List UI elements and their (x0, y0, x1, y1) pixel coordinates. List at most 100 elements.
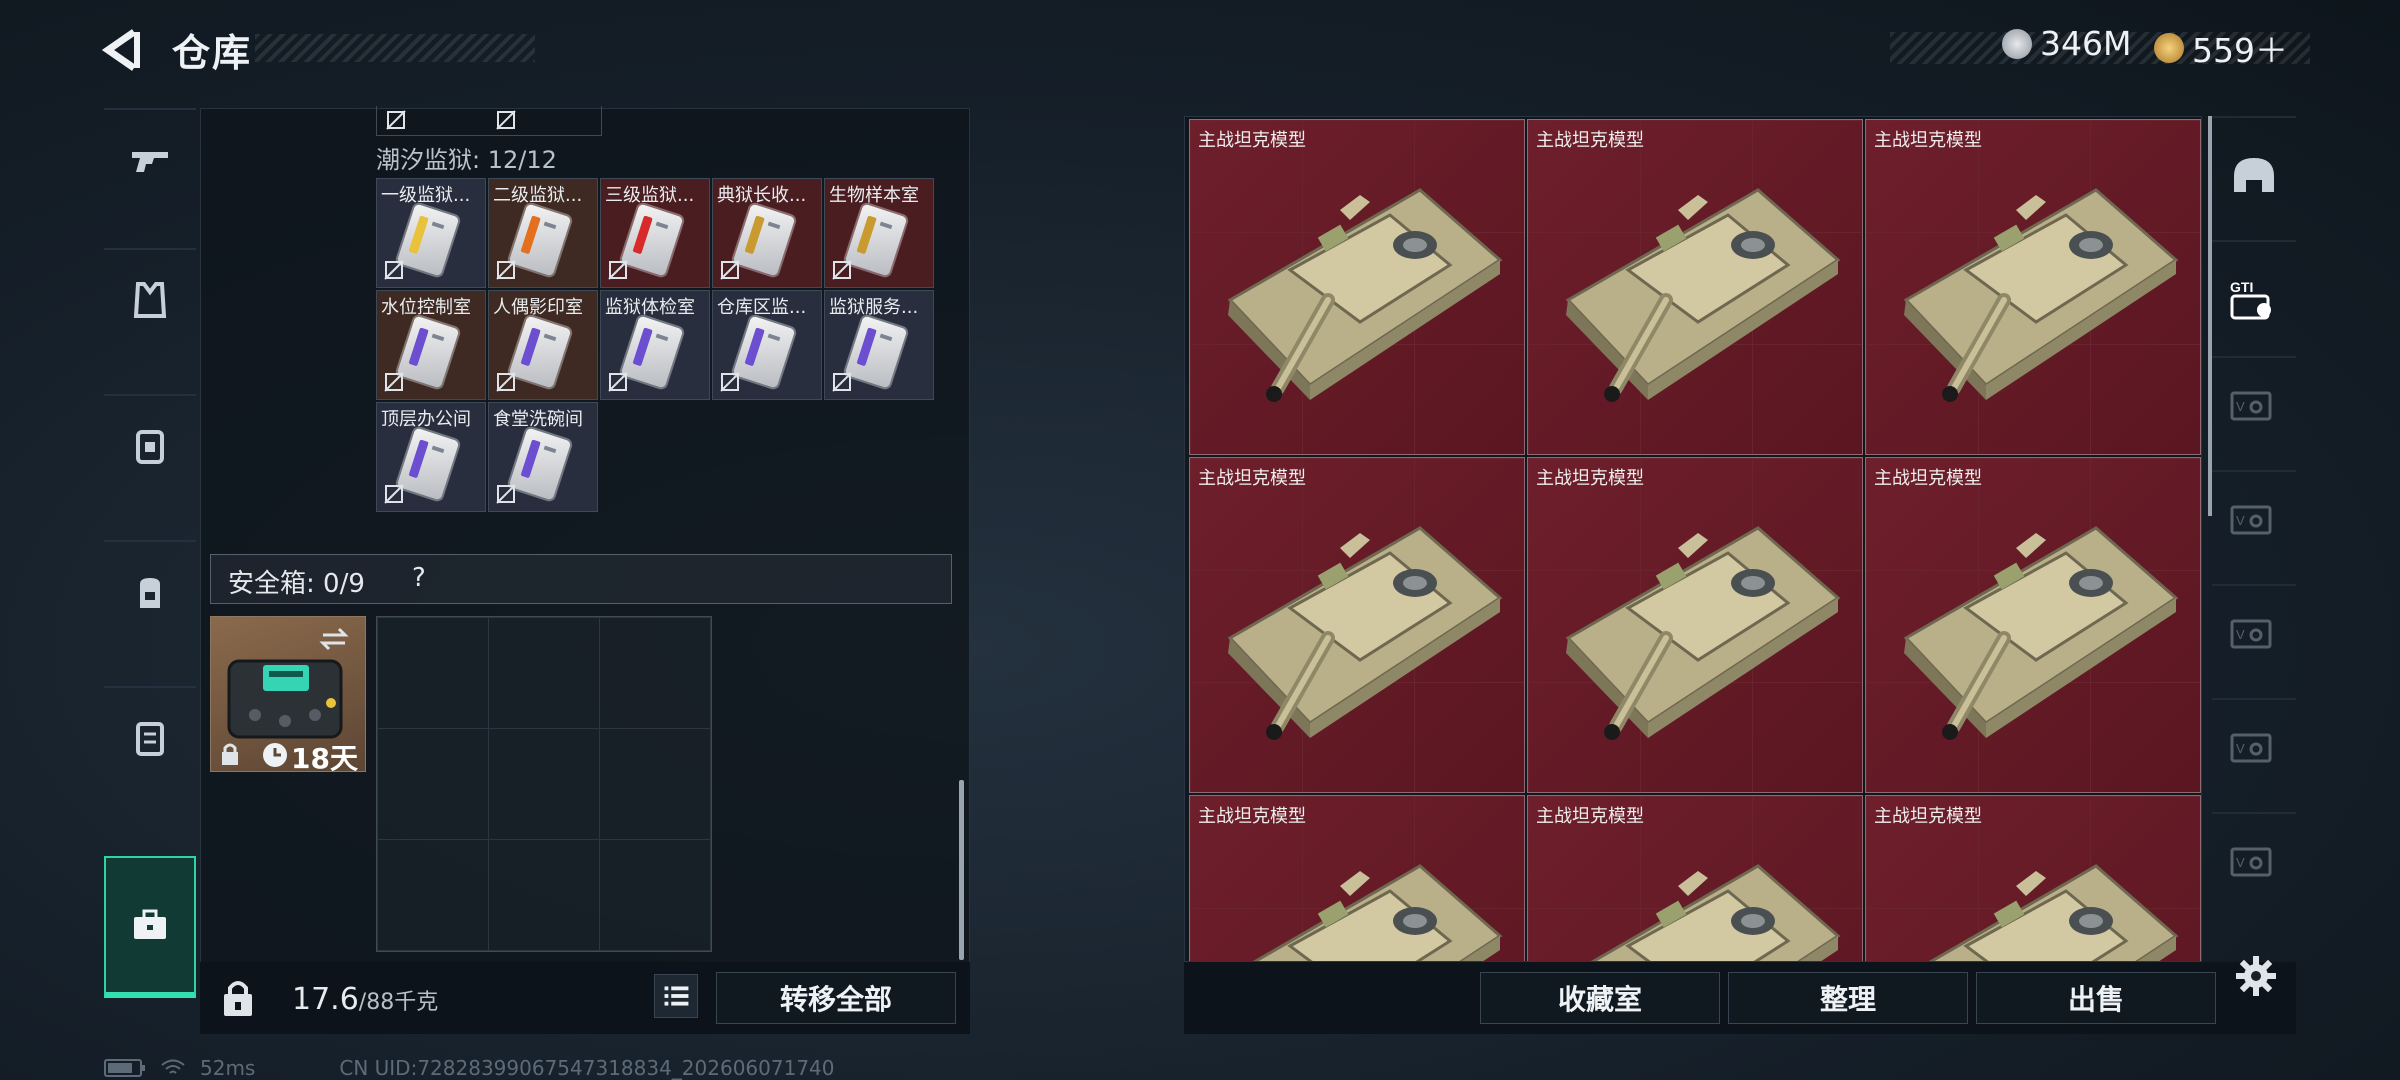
latency: 52ms (200, 1056, 256, 1080)
item-name: 主战坦克模型 (1874, 468, 1982, 489)
tank-model-icon (1565, 188, 1841, 402)
keycard-item[interactable]: 水位控制室 (376, 290, 486, 400)
svg-text:V: V (2236, 741, 2245, 756)
nav-rig[interactable] (104, 394, 196, 496)
keycard-label: 生物样本室 (829, 185, 919, 206)
storage-box-icon: V (2230, 619, 2272, 649)
tab-storage-3[interactable]: V (2212, 470, 2296, 570)
tab-all[interactable] (2212, 116, 2296, 238)
armor-vest-icon (133, 282, 167, 318)
no-trade-icon (384, 372, 404, 392)
safebox-duration: 18天 (291, 742, 358, 775)
item-name: 主战坦克模型 (1198, 806, 1306, 827)
tank-model-icon (1227, 188, 1503, 402)
keycard-item[interactable]: 生物样本室 (824, 178, 934, 288)
tank-model-item[interactable]: 主战坦克模型 (1189, 457, 1525, 793)
item-name: 主战坦克模型 (1874, 806, 1982, 827)
no-trade-icon (608, 372, 628, 392)
safebox-item[interactable]: 18天 (210, 616, 366, 775)
user-uid: CN UID:7282839906754731883​4_20260607174… (339, 1056, 835, 1080)
nav-backpack[interactable] (104, 540, 196, 642)
item-name: 主战坦克模型 (1536, 806, 1644, 827)
weight-current: 17.6 (292, 982, 359, 1017)
tank-model-item[interactable]: 主战坦克模型 (1189, 119, 1525, 455)
keycard-item[interactable]: 监狱体检室 (600, 290, 710, 400)
keycard-item[interactable]: 三级监狱... (600, 178, 710, 288)
wifi-icon (161, 1059, 185, 1074)
tank-model-item[interactable]: 主战坦克模型 (1865, 795, 2201, 961)
gun-icon (132, 152, 168, 172)
gold-coin-icon (2154, 33, 2184, 63)
list-view-button[interactable] (654, 974, 698, 1018)
keycard-icon (844, 203, 908, 277)
no-trade-icon (496, 260, 516, 280)
tab-storage-2[interactable]: V (2212, 356, 2296, 456)
tank-model-item[interactable]: 主战坦克模型 (1527, 795, 1863, 961)
safebox-storage-grid[interactable] (376, 616, 712, 952)
transfer-all-button[interactable]: 转移全部 (716, 972, 956, 1024)
svg-text:V: V (2236, 399, 2245, 414)
keycard-label: 仓库区监... (717, 297, 807, 318)
gold-currency[interactable]: 559＋ (2154, 24, 2288, 72)
collection-room-button[interactable]: 收藏室 (1480, 972, 1720, 1024)
keycard-item[interactable]: 人偶影印室 (488, 290, 598, 400)
settings-gear-icon[interactable] (2234, 954, 2278, 998)
tank-model-item[interactable]: 主战坦克模型 (1865, 119, 2201, 455)
keycard-icon (508, 427, 572, 501)
no-trade-icon (608, 260, 628, 280)
storage-box-icon: V (2230, 391, 2272, 421)
keycard-item[interactable]: 二级监狱... (488, 178, 598, 288)
keycard-item[interactable]: 食堂洗碗间 (488, 402, 598, 512)
sort-button[interactable]: 整理 (1728, 972, 1968, 1024)
keycard-item[interactable]: 监狱服务... (824, 290, 934, 400)
storage-box-icon: V (2230, 847, 2272, 877)
help-button[interactable]: ? (412, 563, 426, 593)
keycard-item[interactable]: 顶层办公间 (376, 402, 486, 512)
back-button[interactable] (100, 26, 148, 74)
tab-collection[interactable]: GTI (2212, 240, 2296, 354)
nav-container[interactable] (104, 686, 196, 788)
item-name: 主战坦克模型 (1536, 130, 1644, 151)
keycard-label: 顶层办公间 (381, 409, 471, 430)
keycard-item[interactable]: 仓库区监... (712, 290, 822, 400)
sell-button[interactable]: 出售 (1976, 972, 2216, 1024)
keycard-item[interactable]: 一级监狱... (376, 178, 486, 288)
nav-armor[interactable] (104, 248, 196, 350)
tank-model-item[interactable]: 主战坦克模型 (1527, 457, 1863, 793)
silver-coin-icon (2002, 28, 2032, 59)
gold-amount: 559＋ (2192, 31, 2288, 70)
keycard-icon (508, 315, 572, 389)
inventory-scrollbar[interactable] (959, 780, 964, 960)
keycard-item[interactable]: 典狱长收... (712, 178, 822, 288)
tank-model-item[interactable]: 主战坦克模型 (1527, 119, 1863, 455)
tank-model-item[interactable]: 主战坦克模型 (1865, 457, 2201, 793)
keycard-label: 三级监狱... (605, 185, 695, 206)
safebox-label: 安全箱: 0/9 (228, 569, 365, 599)
keycard-icon (620, 315, 684, 389)
item-name: 主战坦克模型 (1198, 130, 1306, 151)
chest-rig-icon (136, 430, 164, 464)
keycard-icon (620, 203, 684, 277)
tank-model-icon (1903, 188, 2179, 402)
previous-items-row (376, 106, 602, 136)
list-icon (664, 986, 689, 1006)
storage-tabs: GTI V V V V V (2212, 116, 2296, 956)
keycard-label: 人偶影印室 (493, 297, 583, 318)
no-trade-icon (496, 110, 516, 130)
tab-storage-4[interactable]: V (2212, 584, 2296, 684)
nav-safebox[interactable] (104, 856, 196, 998)
no-trade-icon (384, 260, 404, 280)
tank-model-item[interactable]: 主战坦克模型 (1189, 795, 1525, 961)
keycard-label: 二级监狱... (493, 185, 583, 206)
silver-currency[interactable]: 346M (2002, 24, 2131, 63)
keycard-label: 监狱服务... (829, 297, 919, 318)
keycard-icon (732, 203, 796, 277)
tank-model-icon (1590, 864, 1841, 961)
lock-icon (222, 743, 238, 765)
tab-storage-6[interactable]: V (2212, 812, 2296, 912)
nav-weapon[interactable] (104, 108, 196, 210)
helmet-icon (2234, 158, 2274, 192)
status-bar: 52ms CN UID:7282839906754731883​4_202606… (104, 1056, 835, 1080)
tank-model-icon (1227, 526, 1503, 740)
tab-storage-5[interactable]: V (2212, 698, 2296, 798)
